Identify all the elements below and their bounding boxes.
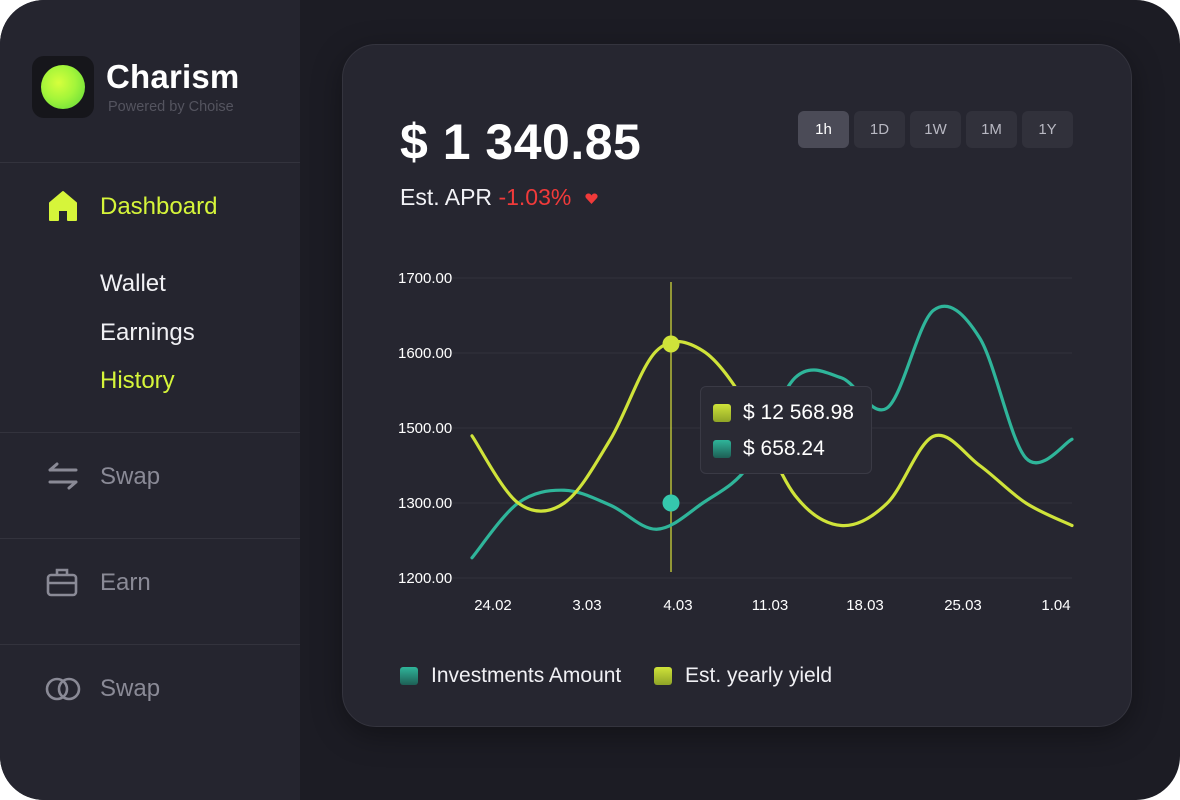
legend-yield-label[interactable]: Est. yearly yield [685, 664, 832, 688]
y-tick-label: 1500.00 [398, 420, 452, 437]
y-tick-label: 1300.00 [398, 495, 452, 512]
legend-yield-swatch [654, 667, 672, 685]
y-tick-label: 1600.00 [398, 345, 452, 362]
y-tick-label: 1200.00 [398, 570, 452, 587]
legend-investments-label[interactable]: Investments Amount [431, 664, 621, 688]
y-tick-label: 1700.00 [398, 270, 452, 287]
investments-marker [662, 494, 680, 512]
x-tick-label: 4.03 [663, 597, 692, 614]
legend-investments-swatch [400, 667, 418, 685]
chart-tooltip: $ 12 568.98 $ 658.24 [700, 386, 872, 474]
x-tick-label: 25.03 [944, 597, 982, 614]
yield-marker [662, 335, 680, 353]
x-tick-label: 18.03 [846, 597, 884, 614]
x-tick-label: 1.04 [1041, 597, 1070, 614]
x-tick-label: 24.02 [474, 597, 512, 614]
x-tick-label: 11.03 [752, 597, 788, 614]
x-tick-label: 3.03 [572, 597, 601, 614]
tooltip-investment-value: $ 658.24 [743, 437, 825, 460]
tooltip-investment-swatch [713, 440, 731, 458]
tooltip-yield-swatch [713, 404, 731, 422]
tooltip-yield-value: $ 12 568.98 [743, 401, 854, 424]
app-window: Charism Powered by Choise Dashboard Wall… [0, 0, 1180, 800]
